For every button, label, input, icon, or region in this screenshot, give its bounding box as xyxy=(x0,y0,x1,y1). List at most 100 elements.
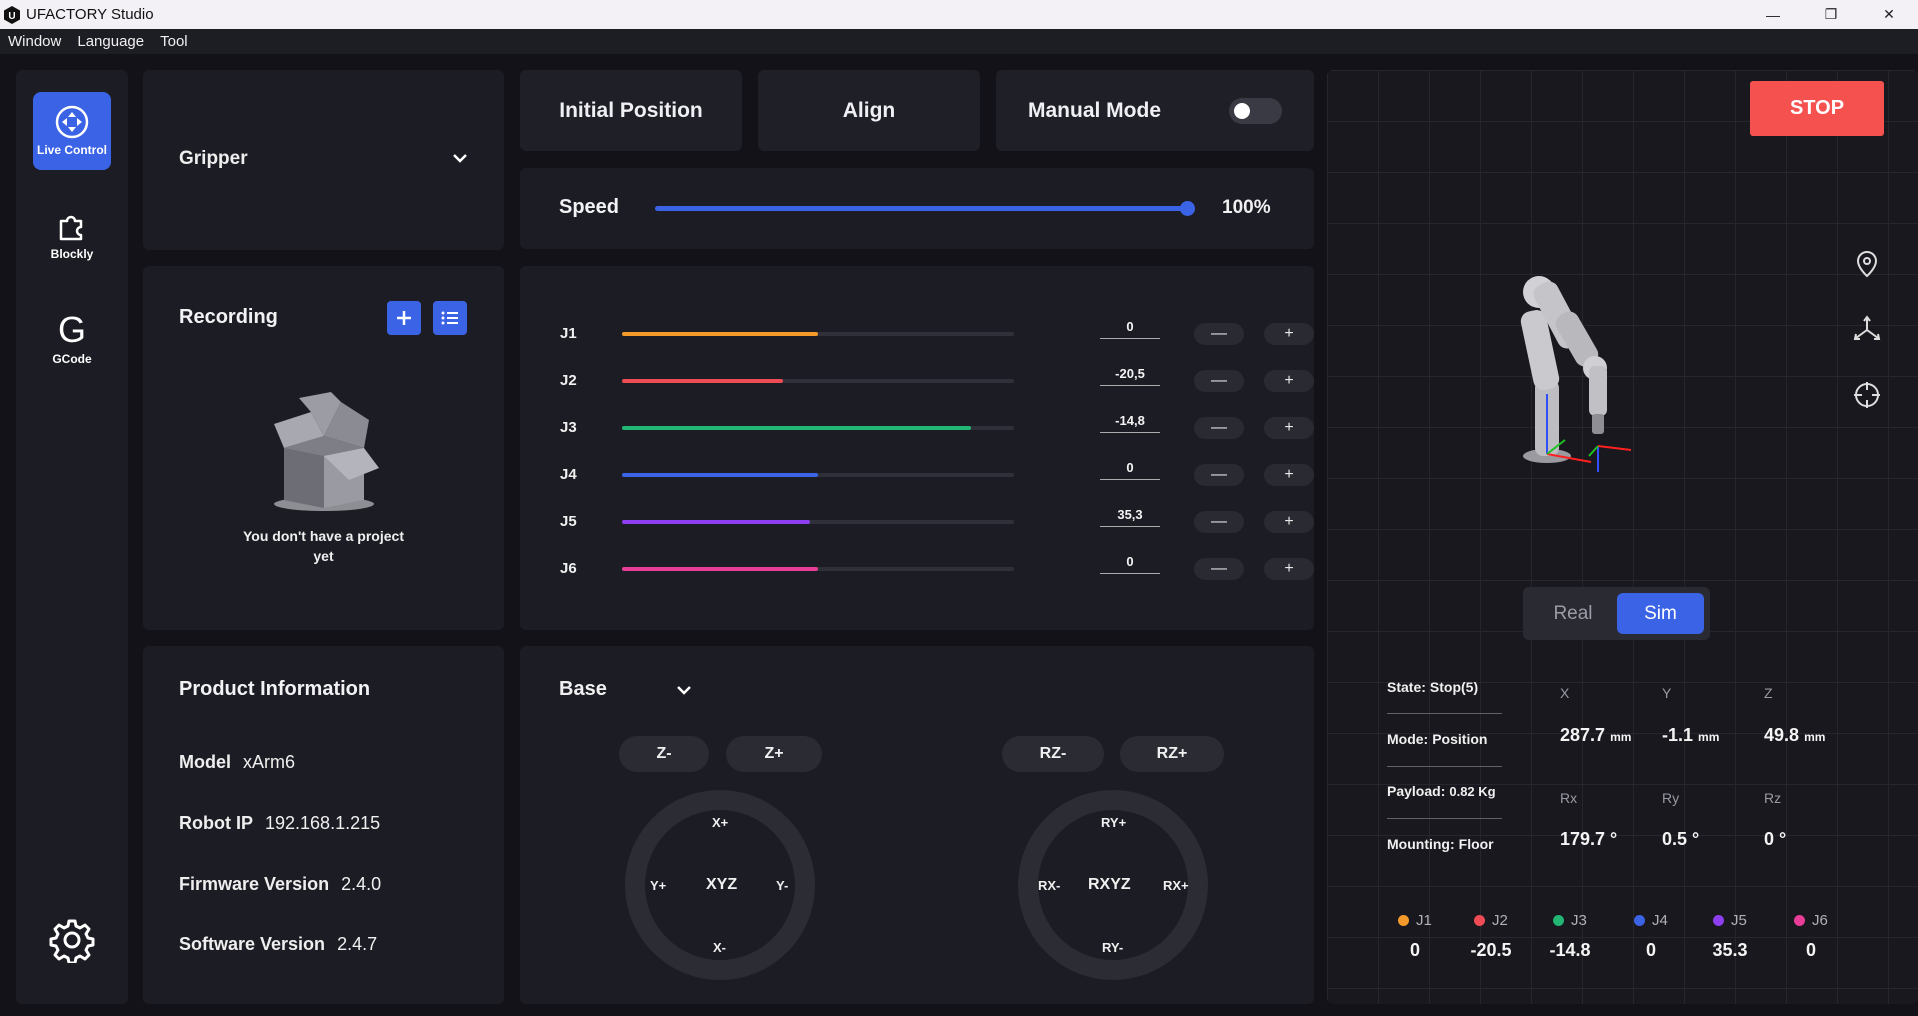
x-minus-label[interactable]: X- xyxy=(713,940,726,955)
chevron-down-icon xyxy=(453,154,467,163)
emergency-stop-button[interactable]: STOP xyxy=(1750,81,1884,136)
real-sim-toggle[interactable]: Real Sim xyxy=(1523,587,1710,640)
joint-color-dot xyxy=(1398,915,1409,926)
crosshair-target-icon[interactable] xyxy=(1852,380,1882,410)
y-minus-label[interactable]: Y- xyxy=(776,878,788,893)
manual-mode-label: Manual Mode xyxy=(1028,98,1162,122)
payload-value: 0.82 Kg xyxy=(1449,784,1496,799)
joint-legend-value: -20.5 xyxy=(1470,940,1512,960)
location-pin-icon[interactable] xyxy=(1852,249,1882,279)
state-status: State: Stop(5) xyxy=(1387,679,1478,695)
speed-slider[interactable] xyxy=(655,201,1195,216)
rxyz-center-label: RXYZ xyxy=(1088,876,1131,893)
joint-decrement-button[interactable]: — xyxy=(1194,511,1244,533)
joint-legend-label: J6 xyxy=(1812,912,1828,929)
software-value: 2.4.7 xyxy=(337,934,378,954)
rz-header: Rz xyxy=(1764,790,1782,806)
menu-window[interactable]: Window xyxy=(0,33,69,50)
firmware-label: Firmware Version xyxy=(179,874,330,894)
joint-slider[interactable] xyxy=(622,332,1014,336)
rz-plus-button[interactable]: RZ+ xyxy=(1120,736,1224,772)
rx-plus-label[interactable]: RX+ xyxy=(1163,878,1189,893)
joint-legend-value: 35.3 xyxy=(1712,940,1748,960)
axes-icon[interactable] xyxy=(1852,315,1882,345)
nav-live-control[interactable]: Live Control xyxy=(33,92,111,170)
joint-legend-label: J5 xyxy=(1731,912,1747,929)
align-button[interactable]: Align xyxy=(758,70,980,151)
speed-slider-fill xyxy=(655,206,1187,211)
robot-3d-viewport[interactable] xyxy=(1327,70,1918,1004)
joint-value-input[interactable]: 35,3 xyxy=(1100,507,1160,527)
recording-list-button[interactable] xyxy=(433,301,467,335)
y-value: -1.1 mm xyxy=(1662,725,1719,746)
speed-value: 100% xyxy=(1222,197,1271,218)
ry-minus-label[interactable]: RY- xyxy=(1102,940,1123,955)
product-info-panel: Product Information Model xArm6 Robot IP 1… xyxy=(143,646,504,1004)
empty-message-line-2: yet xyxy=(313,548,334,564)
mounting-status: Mounting: Floor xyxy=(1387,836,1494,852)
ufactory-logo-icon: U xyxy=(4,5,20,24)
gripper-label: Gripper xyxy=(179,148,248,169)
rxyz-jog-wheel[interactable]: RY+ RY- RX- RX+ RXYZ xyxy=(1018,790,1208,980)
initial-position-button[interactable]: Initial Position xyxy=(520,70,742,151)
manual-mode-toggle[interactable] xyxy=(1229,98,1282,124)
joint-slider[interactable] xyxy=(622,567,1014,571)
speed-slider-handle[interactable] xyxy=(1180,201,1195,216)
joint-decrement-button[interactable]: — xyxy=(1194,464,1244,486)
joint-decrement-button[interactable]: — xyxy=(1194,417,1244,439)
ry-plus-label[interactable]: RY+ xyxy=(1101,815,1126,830)
joint-slider[interactable] xyxy=(622,520,1014,524)
payload-label: Payload: xyxy=(1387,783,1446,799)
add-recording-button[interactable] xyxy=(387,301,421,335)
maximize-button[interactable]: ❐ xyxy=(1802,0,1860,29)
joint-increment-button[interactable]: + xyxy=(1264,464,1314,486)
rz-minus-button[interactable]: RZ- xyxy=(1002,736,1104,772)
ry-header: Ry xyxy=(1662,790,1680,806)
joint-decrement-button[interactable]: — xyxy=(1194,558,1244,580)
menu-bar: Window Language Tool xyxy=(0,29,1918,54)
joint-increment-button[interactable]: + xyxy=(1264,511,1314,533)
minimize-button[interactable]: — xyxy=(1744,0,1802,29)
firmware-value: 2.4.0 xyxy=(341,874,382,894)
joint-value-input[interactable]: 0 xyxy=(1100,460,1160,480)
joint-value-input[interactable]: -20,5 xyxy=(1100,366,1160,386)
joint-label: J3 xyxy=(560,419,577,436)
joint-slider[interactable] xyxy=(622,473,1014,477)
joint-slider[interactable] xyxy=(622,379,1014,383)
z-minus-button[interactable]: Z- xyxy=(619,736,709,772)
menu-tool[interactable]: Tool xyxy=(152,33,196,50)
x-plus-label[interactable]: X+ xyxy=(712,815,728,830)
x-unit: mm xyxy=(1610,730,1632,744)
joint-increment-button[interactable]: + xyxy=(1264,558,1314,580)
menu-language[interactable]: Language xyxy=(69,33,152,50)
real-option[interactable]: Real xyxy=(1529,593,1617,634)
xyz-jog-wheel[interactable]: X+ X- Y+ Y- XYZ xyxy=(625,790,815,980)
nav-gcode[interactable]: G GCode xyxy=(33,300,111,378)
z-plus-button[interactable]: Z+ xyxy=(726,736,822,772)
joint-color-dot xyxy=(1553,915,1564,926)
joint-value-input[interactable]: -14,8 xyxy=(1100,413,1160,433)
rx-minus-label[interactable]: RX- xyxy=(1038,878,1060,893)
joint-slider[interactable] xyxy=(622,426,1014,430)
nav-blockly[interactable]: Blockly xyxy=(33,196,111,274)
joint-decrement-button[interactable]: — xyxy=(1194,370,1244,392)
joint-decrement-button[interactable]: — xyxy=(1194,323,1244,345)
base-frame-dropdown[interactable]: Base xyxy=(559,678,693,706)
y-plus-label[interactable]: Y+ xyxy=(650,878,666,893)
sim-option[interactable]: Sim xyxy=(1617,593,1704,634)
joint-value-input[interactable]: 0 xyxy=(1100,319,1160,339)
joint-increment-button[interactable]: + xyxy=(1264,370,1314,392)
gripper-dropdown[interactable]: Gripper xyxy=(179,148,469,176)
rx-value: 179.7 ° xyxy=(1560,829,1618,849)
settings-gear-icon[interactable] xyxy=(49,917,95,963)
xyz-center-label: XYZ xyxy=(706,876,738,893)
software-label: Software Version xyxy=(179,934,326,954)
joint-legend-label: J2 xyxy=(1492,912,1508,929)
close-button[interactable]: ✕ xyxy=(1860,0,1918,29)
empty-message-line-1: You don't have a project xyxy=(243,528,404,544)
joint-value-input[interactable]: 0 xyxy=(1100,554,1160,574)
joint-slider-fill xyxy=(622,520,811,524)
joint-increment-button[interactable]: + xyxy=(1264,323,1314,345)
joint-increment-button[interactable]: + xyxy=(1264,417,1314,439)
z-header: Z xyxy=(1764,685,1773,701)
